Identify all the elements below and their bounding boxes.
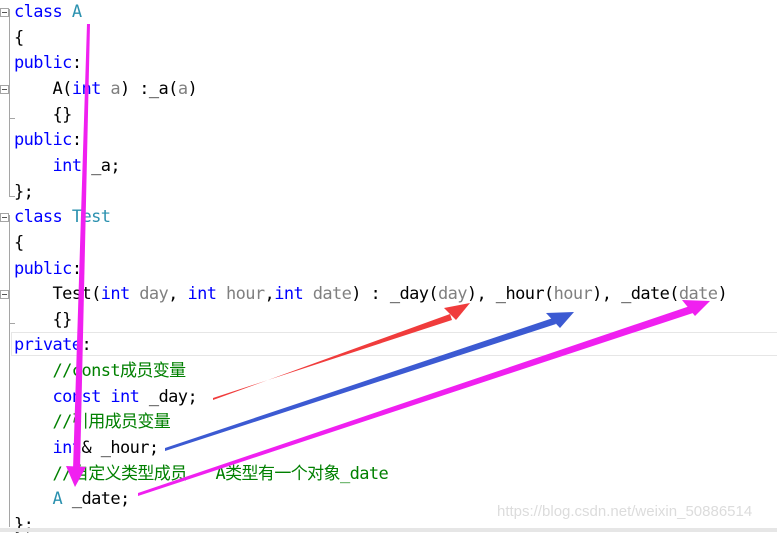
- magenta-down-arrow-shaft: [73, 24, 90, 470]
- blue-arrow: [165, 312, 574, 451]
- bottom-scrollbar-area: [0, 528, 777, 532]
- magenta-down-arrow: [66, 24, 90, 487]
- annotation-arrows: [66, 24, 710, 496]
- magenta-arrow: [138, 300, 710, 496]
- magenta-down-arrow-head: [66, 466, 86, 487]
- red-arrow: [213, 303, 470, 400]
- watermark: https://blog.csdn.net/weixin_50886514: [497, 503, 753, 520]
- red-arrow-shaft: [213, 314, 452, 400]
- blue-arrow-shaft: [165, 318, 556, 451]
- magenta-arrow-shaft: [138, 306, 693, 496]
